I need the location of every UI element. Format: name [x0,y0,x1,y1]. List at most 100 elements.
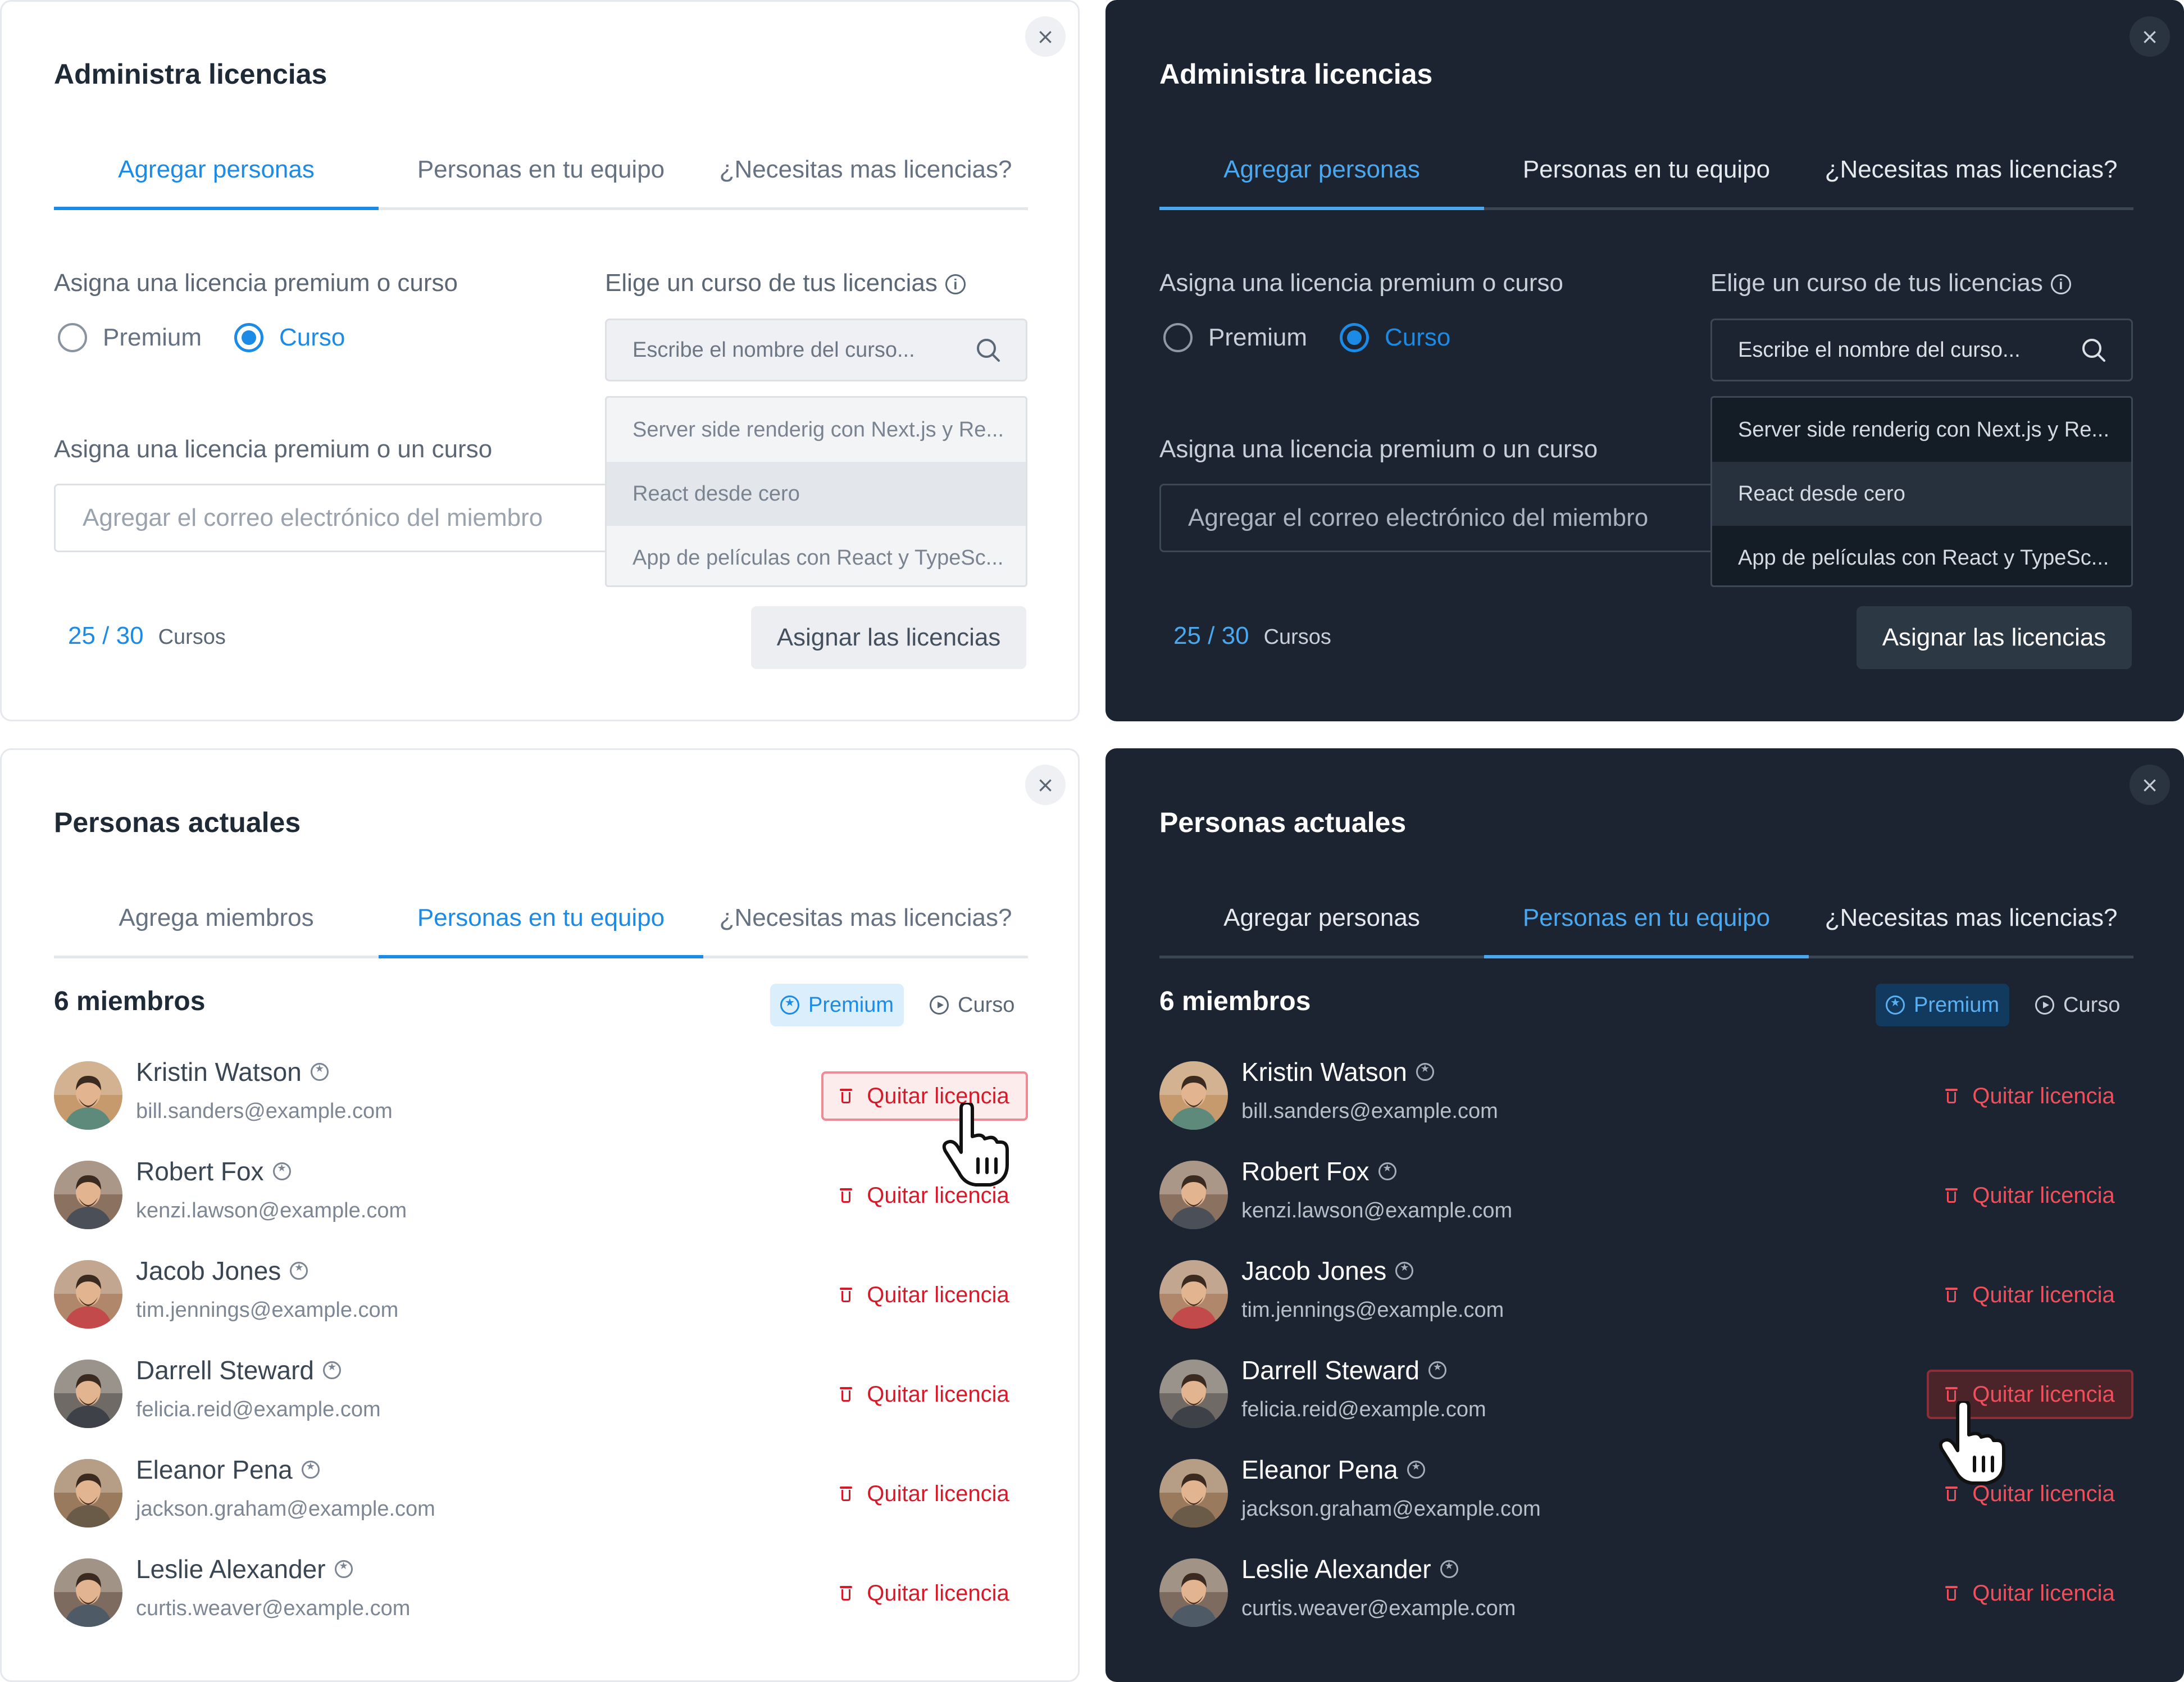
member-email: kenzi.lawson@example.com [136,1199,407,1222]
member-email: tim.jennings@example.com [136,1298,399,1322]
premium-badge-icon [290,1262,308,1280]
radio-circle [1340,323,1369,352]
tab-agrega-miembros[interactable]: Agrega miembros [54,880,379,956]
remove-license-button[interactable]: Quitar licencia [821,1469,1028,1519]
member-row: Eleanor Pena jackson.graham@example.com Qu… [1159,1455,2133,1529]
avatar-photo [54,1161,122,1229]
member-row: Robert Fox kenzi.lawson@example.com Quitar… [1159,1157,2133,1230]
radio-premium[interactable]: Premium [58,323,202,352]
tab-mas-licencias[interactable]: ¿Necesitas mas licencias? [1809,880,2133,956]
close-icon[interactable]: × [2130,765,2170,805]
tab-bar: Agrega miembros Personas en tu equipo ¿N… [54,880,1028,958]
member-name: Leslie Alexander [1241,1554,1431,1584]
member-email-input[interactable]: Agregar el correo electrónico del miembr… [1159,484,1721,552]
search-placeholder: Escribe el nombre del curso... [1738,338,2021,362]
radio-curso[interactable]: Curso [1340,323,1450,352]
close-icon[interactable]: × [1025,765,1066,805]
radio-premium-label: Premium [1208,324,1308,351]
member-name-row: Jacob Jones [1241,1256,1414,1286]
licenses-modal-light: × Administra licencias Agregar personas … [0,0,1080,721]
course-option[interactable]: Server side renderig con Next.js y Re... [1712,398,2131,462]
avatar-photo [54,1260,122,1329]
email-label: Asigna una licencia premium o un curso [1159,435,1598,463]
member-row: Jacob Jones tim.jennings@example.com Quita… [54,1256,1028,1330]
remove-license-button[interactable]: Quitar licencia [821,1171,1028,1220]
search-icon[interactable] [975,337,1001,363]
info-icon[interactable]: i [2050,274,2071,295]
member-email-input[interactable]: Agregar el correo electrónico del miembr… [54,484,616,552]
close-icon[interactable]: × [1025,16,1066,57]
member-email: jackson.graham@example.com [1241,1497,1541,1521]
modal-title: Personas actuales [54,807,301,838]
trash-icon [840,1387,853,1402]
remove-license-button[interactable]: Quitar licencia [821,1370,1028,1419]
tab-agregar-personas[interactable]: Agregar personas [1159,880,1484,956]
license-type-label: Asigna una licencia premium o curso [54,269,458,297]
modal-title: Administra licencias [1159,58,1433,90]
close-icon[interactable]: × [2130,16,2170,57]
tab-agregar-personas[interactable]: Agregar personas [54,132,379,210]
tab-personas-equipo[interactable]: Personas en tu equipo [379,132,703,207]
course-picker-label-text: Elige un curso de tus licencias [605,269,938,297]
assign-licenses-button[interactable]: Asignar las licencias [751,606,1026,669]
trash-icon [1945,1387,1958,1402]
tab-mas-licencias[interactable]: ¿Necesitas mas licencias? [1809,132,2133,207]
member-email: curtis.weaver@example.com [136,1597,411,1620]
filter-curso-button[interactable]: Curso [2035,984,2120,1026]
member-row: Leslie Alexander curtis.weaver@example.co… [54,1554,1028,1628]
tab-personas-equipo[interactable]: Personas en tu equipo [1484,880,1809,958]
member-name: Kristin Watson [136,1057,302,1087]
search-placeholder: Escribe el nombre del curso... [633,338,915,362]
remove-license-label: Quitar licencia [1972,1083,2115,1108]
member-name-row: Eleanor Pena [136,1454,320,1485]
remove-license-button[interactable]: Quitar licencia [1927,1270,2133,1320]
radio-premium[interactable]: Premium [1163,323,1307,352]
remove-license-label: Quitar licencia [867,1481,1009,1506]
trash-icon [1945,1288,1958,1302]
remove-license-label: Quitar licencia [867,1381,1009,1407]
radio-circle [234,323,263,352]
member-row: Darrell Steward felicia.reid@example.com Q… [54,1356,1028,1429]
course-option[interactable]: React desde cero [1712,462,2131,526]
remove-license-button[interactable]: Quitar licencia [821,1569,1028,1618]
member-email: kenzi.lawson@example.com [1241,1199,1513,1222]
avatar [1159,1558,1228,1627]
member-name: Robert Fox [136,1157,264,1186]
filter-premium-button[interactable]: Premium [1876,984,2009,1026]
tab-mas-licencias[interactable]: ¿Necesitas mas licencias? [703,880,1028,956]
tab-personas-equipo[interactable]: Personas en tu equipo [1484,132,1809,207]
course-option[interactable]: Server side renderig con Next.js y Re... [607,398,1026,462]
assign-licenses-button[interactable]: Asignar las licencias [1857,606,2132,669]
info-icon[interactable]: i [945,274,966,295]
radio-curso[interactable]: Curso [234,323,345,352]
avatar-photo [1159,1061,1228,1130]
search-icon[interactable] [2081,337,2106,363]
course-search-input[interactable]: Escribe el nombre del curso... [1710,319,2133,381]
avatar-photo [1159,1161,1228,1229]
premium-badge-icon [301,1461,320,1479]
course-search-input[interactable]: Escribe el nombre del curso... [605,319,1027,381]
filter-premium-button[interactable]: Premium [770,984,904,1026]
remove-license-button[interactable]: Quitar licencia [1927,1171,2133,1220]
license-count-unit: Cursos [1263,625,1331,649]
course-option[interactable]: React desde cero [607,462,1026,526]
remove-license-label: Quitar licencia [1972,1183,2115,1208]
members-count-title: 6 miembros [1159,987,1311,1016]
course-option[interactable]: App de películas con React y TypeSc... [607,526,1026,585]
remove-license-button[interactable]: Quitar licencia [1927,1071,2133,1121]
tab-personas-equipo[interactable]: Personas en tu equipo [379,880,703,958]
remove-license-button[interactable]: Quitar licencia [821,1071,1028,1121]
tab-mas-licencias[interactable]: ¿Necesitas mas licencias? [703,132,1028,207]
remove-license-button[interactable]: Quitar licencia [821,1270,1028,1320]
licenses-modal-dark: × Administra licencias Agregar personas … [1105,0,2184,721]
remove-license-button[interactable]: Quitar licencia [1927,1370,2133,1419]
remove-license-label: Quitar licencia [867,1580,1009,1606]
remove-license-button[interactable]: Quitar licencia [1927,1569,2133,1618]
premium-badge-icon [1407,1461,1425,1479]
avatar [1159,1061,1228,1130]
radio-premium-label: Premium [103,324,202,351]
remove-license-button[interactable]: Quitar licencia [1927,1469,2133,1519]
tab-agregar-personas[interactable]: Agregar personas [1159,132,1484,210]
course-option[interactable]: App de películas con React y TypeSc... [1712,526,2131,585]
filter-curso-button[interactable]: Curso [930,984,1014,1026]
